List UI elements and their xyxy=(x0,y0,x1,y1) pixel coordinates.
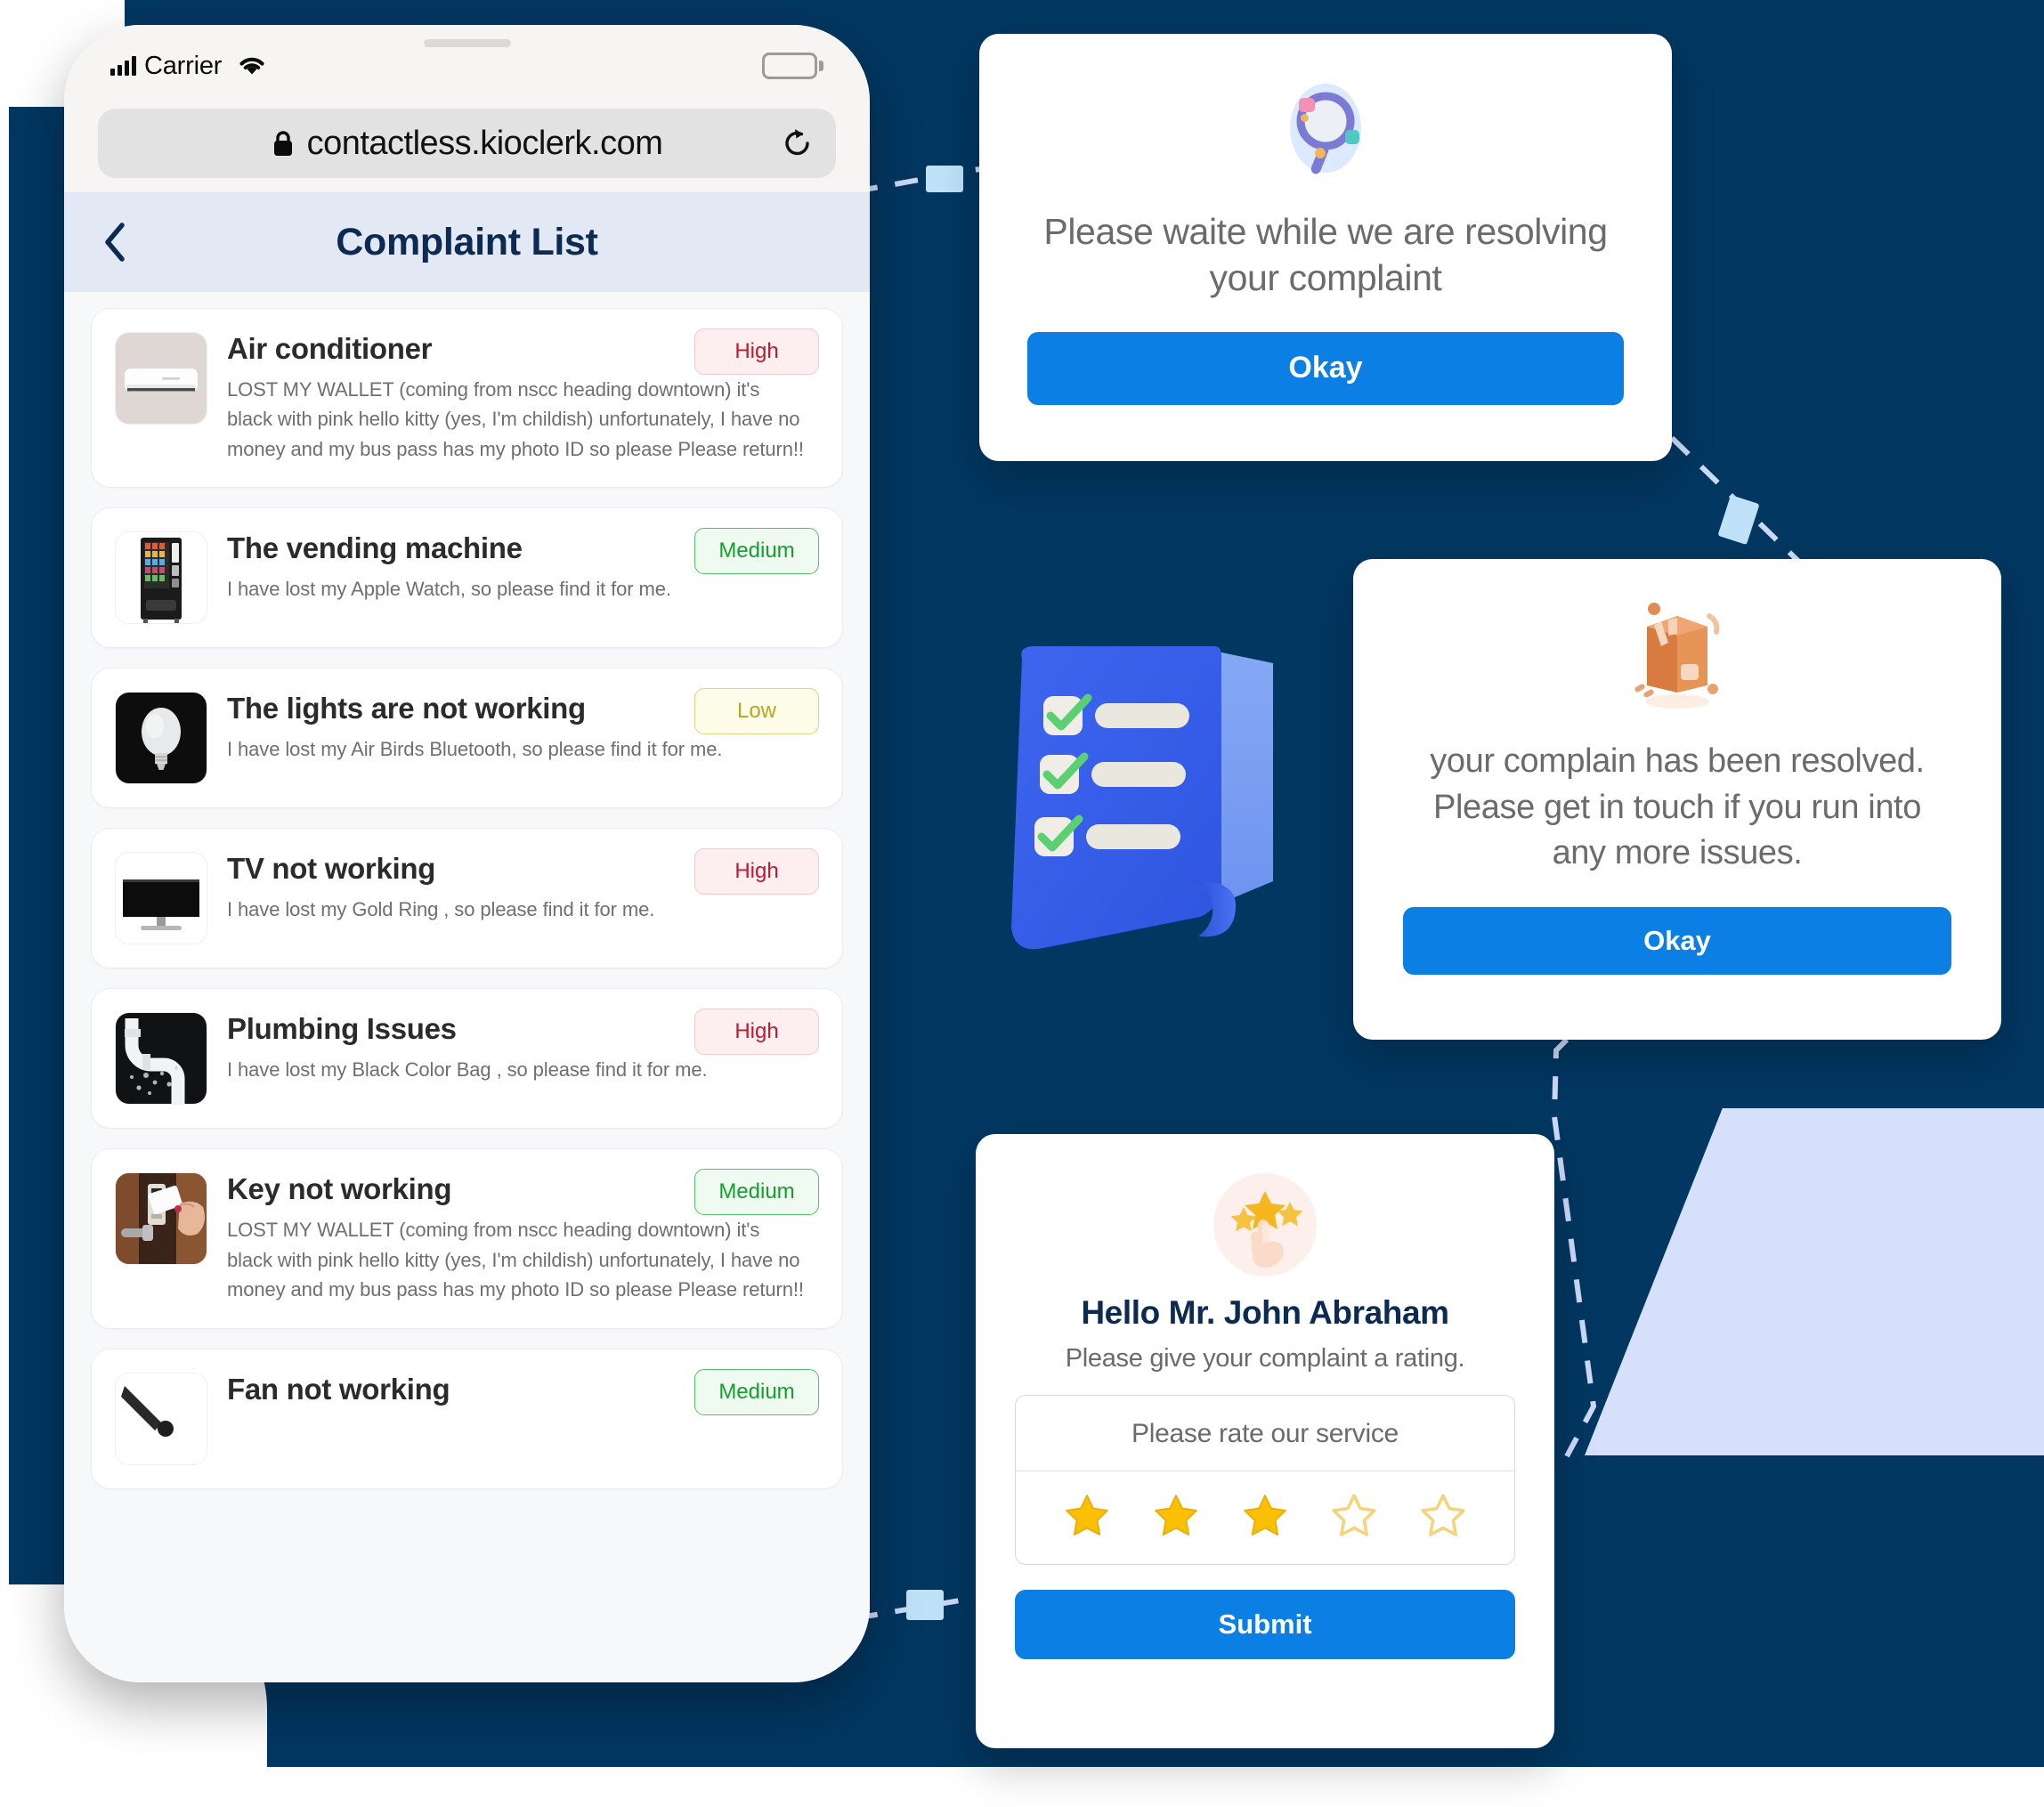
complaint-card[interactable]: Fan not working Medium xyxy=(91,1348,843,1489)
hand-tapping-stars-3d-icon xyxy=(1015,1171,1515,1278)
lock-icon xyxy=(272,129,295,158)
signal-bars-icon xyxy=(110,56,136,76)
star-rating-input[interactable] xyxy=(1016,1471,1514,1564)
submit-button[interactable]: Submit xyxy=(1015,1590,1515,1659)
carrier-label: Carrier xyxy=(144,51,223,80)
okay-button[interactable]: Okay xyxy=(1403,907,1951,976)
air-conditioner-photo xyxy=(115,332,207,425)
url-pill[interactable]: contactless.kioclerk.com xyxy=(98,109,836,178)
priority-badge: Medium xyxy=(694,528,819,575)
speaker-notch xyxy=(423,39,511,47)
complaint-description: LOST MY WALLET (coming from nscc heading… xyxy=(227,1219,804,1301)
waiting-modal: Please waite while we are resolving your… xyxy=(979,34,1672,461)
checklist-clipboard-3d-icon xyxy=(1011,646,1273,950)
complaint-card[interactable]: TV not working I have lost my Gold Ring … xyxy=(91,828,843,969)
complaint-card[interactable]: Air conditioner LOST MY WALLET (coming f… xyxy=(91,308,843,489)
complaint-card[interactable]: Plumbing Issues I have lost my Black Col… xyxy=(91,988,843,1130)
complaint-card[interactable]: The lights are not working I have lost m… xyxy=(91,668,843,809)
backdrop-bottom-strip xyxy=(0,1767,2044,1803)
rating-field-label: Please rate our service xyxy=(1016,1396,1514,1471)
priority-badge: Low xyxy=(694,688,819,735)
url-text: contactless.kioclerk.com xyxy=(306,124,663,162)
magnifying-glass-3d-icon xyxy=(1027,71,1624,189)
complaint-list[interactable]: Air conditioner LOST MY WALLET (coming f… xyxy=(64,292,870,1682)
resolved-message: your complain has been resolved. Please … xyxy=(1430,742,1925,872)
star-icon-1[interactable] xyxy=(1061,1491,1113,1541)
phone-screen: Carrier contactless.kioclerk.com Complai… xyxy=(64,25,870,1682)
priority-badge: High xyxy=(694,328,819,375)
app-header: Complaint List xyxy=(64,192,870,292)
keycard-door-photo xyxy=(115,1172,207,1266)
reload-icon[interactable] xyxy=(783,126,813,160)
leaking-pipe-photo xyxy=(115,1012,207,1106)
star-icon-4[interactable] xyxy=(1328,1491,1380,1541)
star-icon-3[interactable] xyxy=(1239,1491,1291,1541)
television-photo xyxy=(115,852,207,945)
complaint-description: LOST MY WALLET (coming from nscc heading… xyxy=(227,377,804,460)
package-box-3d-icon xyxy=(1403,600,1951,716)
vending-machine-photo xyxy=(115,531,207,625)
priority-badge: Medium xyxy=(694,1169,819,1216)
wifi-icon xyxy=(236,53,268,78)
complaint-description: I have lost my Air Birds Bluetooth, so p… xyxy=(227,738,723,761)
star-icon-2[interactable] xyxy=(1150,1491,1202,1541)
star-icon-5[interactable] xyxy=(1417,1491,1469,1541)
complaint-description: I have lost my Black Color Bag , so plea… xyxy=(227,1058,708,1082)
rating-box: Please rate our service xyxy=(1015,1395,1515,1565)
rating-greeting: Hello Mr. John Abraham xyxy=(1081,1294,1449,1331)
waiting-message: Please waite while we are resolving your… xyxy=(1043,211,1608,299)
phone-mockup: Carrier contactless.kioclerk.com Complai… xyxy=(64,25,870,1682)
priority-badge: High xyxy=(694,1009,819,1056)
resolved-modal: your complain has been resolved. Please … xyxy=(1353,559,2001,1040)
okay-button[interactable]: Okay xyxy=(1027,331,1624,405)
complaint-card[interactable]: Key not working LOST MY WALLET (coming f… xyxy=(91,1148,843,1329)
chevron-left-icon[interactable] xyxy=(101,222,128,263)
light-bulb-photo xyxy=(115,692,207,785)
complaint-description: I have lost my Apple Watch, so please fi… xyxy=(227,578,671,601)
battery-full-icon xyxy=(762,53,823,79)
priority-badge: High xyxy=(694,848,819,895)
priority-badge: Medium xyxy=(694,1368,819,1415)
page-title: Complaint List xyxy=(336,220,598,263)
rating-subtitle: Please give your complaint a rating. xyxy=(1065,1344,1465,1373)
complaint-card[interactable]: The vending machine I have lost my Apple… xyxy=(91,507,843,649)
complaint-description: I have lost my Gold Ring , so please fin… xyxy=(227,898,655,921)
status-bar: Carrier xyxy=(64,25,870,107)
rating-modal: Hello Mr. John Abraham Please give your … xyxy=(976,1134,1554,1748)
ceiling-fan-photo xyxy=(115,1372,207,1465)
browser-url-bar: contactless.kioclerk.com xyxy=(64,107,870,192)
